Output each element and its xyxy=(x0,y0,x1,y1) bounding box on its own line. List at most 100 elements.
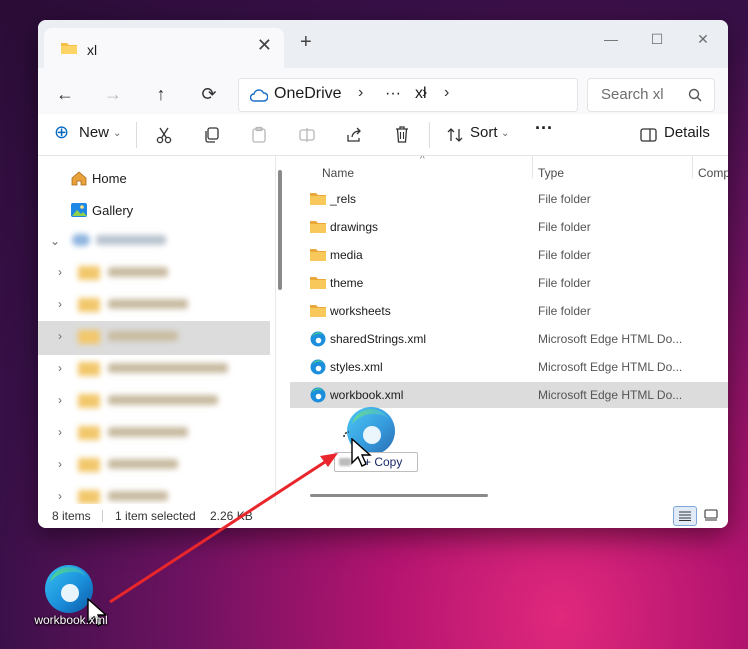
chevron-right-icon[interactable]: › xyxy=(58,457,62,471)
folder-icon xyxy=(310,221,326,233)
sidebar-item-blurred[interactable] xyxy=(78,424,198,442)
file-type: File folder xyxy=(538,304,591,318)
new-plus-icon: ⊕ xyxy=(54,122,70,142)
horizontal-scrollbar[interactable] xyxy=(310,494,488,497)
paste-icon[interactable] xyxy=(250,126,268,144)
details-view-button[interactable] xyxy=(673,506,697,526)
file-type: File folder xyxy=(538,248,591,262)
folder-icon xyxy=(310,305,326,317)
edge-file-icon xyxy=(310,331,326,347)
table-row[interactable]: theme File folder xyxy=(290,270,728,296)
column-divider[interactable] xyxy=(532,156,533,178)
table-row[interactable]: sharedStrings.xml Microsoft Edge HTML Do.… xyxy=(290,326,728,352)
chevron-right-icon[interactable]: › xyxy=(58,265,62,279)
copy-icon[interactable] xyxy=(203,126,221,144)
more-options-button[interactable]: ··· xyxy=(535,118,553,139)
chevron-right-icon[interactable]: › xyxy=(58,297,62,311)
table-row[interactable]: styles.xml Microsoft Edge HTML Do... xyxy=(290,354,728,380)
sort-icon xyxy=(447,128,463,142)
title-bar: xl ✕ + — ☐ ✕ xyxy=(38,20,728,68)
file-type: Microsoft Edge HTML Do... xyxy=(538,388,683,402)
chevron-down-icon: ⌄ xyxy=(113,128,122,139)
breadcrumb[interactable]: OneDrive › ··· › xl › xyxy=(238,78,578,112)
maximize-button[interactable]: ☐ xyxy=(634,24,680,54)
breadcrumb-separator[interactable]: › xyxy=(358,84,363,102)
chevron-right-icon[interactable]: › xyxy=(58,489,62,503)
file-name: sharedStrings.xml xyxy=(330,332,427,346)
list-view-icon xyxy=(679,511,691,521)
share-icon[interactable] xyxy=(345,126,363,144)
sidebar-item-label: Home xyxy=(92,171,127,186)
forward-button[interactable]: → xyxy=(100,84,126,105)
sidebar-item-blurred[interactable] xyxy=(78,456,188,474)
file-name: _rels xyxy=(330,192,357,206)
onedrive-cloud-icon xyxy=(250,89,268,102)
folder-icon xyxy=(310,193,326,205)
file-type: File folder xyxy=(538,192,591,206)
sidebar-item-blurred[interactable] xyxy=(78,328,188,346)
back-button[interactable]: ← xyxy=(52,84,78,105)
sidebar-item-blurred[interactable] xyxy=(78,392,228,410)
column-header-name[interactable]: Name xyxy=(322,166,354,180)
up-button[interactable]: ↑ xyxy=(148,84,174,105)
new-tab-button[interactable]: + xyxy=(300,31,312,54)
tab-title: xl xyxy=(87,42,98,58)
sort-button[interactable]: Sort xyxy=(470,124,498,141)
delete-icon[interactable] xyxy=(393,125,411,144)
breadcrumb-onedrive[interactable]: OneDrive xyxy=(274,85,342,103)
file-type: File folder xyxy=(538,276,591,290)
tab-xl[interactable]: xl ✕ xyxy=(44,28,284,68)
sidebar-item-blurred[interactable] xyxy=(78,264,178,282)
item-count: 8 items xyxy=(52,509,91,523)
close-window-button[interactable]: ✕ xyxy=(680,24,726,54)
breadcrumb-hidden[interactable]: ··· xyxy=(385,85,401,103)
chevron-down-icon[interactable]: ⌄ xyxy=(50,234,60,248)
chevron-right-icon[interactable]: › xyxy=(58,425,62,439)
rename-icon[interactable] xyxy=(298,126,316,144)
file-name: workbook.xml xyxy=(330,388,404,402)
file-type: Microsoft Edge HTML Do... xyxy=(538,332,683,346)
chevron-right-icon[interactable]: › xyxy=(58,361,62,375)
sidebar-item-blurred[interactable] xyxy=(78,296,198,314)
chevron-right-icon[interactable]: › xyxy=(58,329,62,343)
cut-icon[interactable] xyxy=(155,126,173,144)
sidebar-scrollbar[interactable] xyxy=(278,170,282,290)
column-header-type[interactable]: Type xyxy=(538,166,564,180)
search-input[interactable]: Search xl xyxy=(601,86,664,103)
column-header-compressed[interactable]: Comp xyxy=(698,166,728,180)
tiles-view-icon xyxy=(704,509,718,521)
home-icon xyxy=(71,171,87,186)
status-bar: 8 items 1 item selected 2.26 KB xyxy=(38,504,728,528)
sidebar-item-home[interactable]: Home xyxy=(70,170,127,186)
edge-file-icon xyxy=(310,359,326,375)
minimize-button[interactable]: — xyxy=(588,24,634,54)
file-type: Microsoft Edge HTML Do... xyxy=(538,360,683,374)
sort-ascending-icon: ^ xyxy=(420,156,425,165)
table-row[interactable]: drawings File folder xyxy=(290,214,728,240)
toolbar-divider xyxy=(136,122,137,148)
command-bar: ⊕ New ⌄ Sort ⌄ ··· Details xyxy=(38,114,728,156)
table-row[interactable]: media File folder xyxy=(290,242,728,268)
drag-copy-tooltip: + Copy xyxy=(334,452,418,472)
refresh-button[interactable]: ⟳ xyxy=(196,84,222,105)
desktop-icon-label[interactable]: workbook.xml xyxy=(26,613,116,627)
tiles-view-button[interactable] xyxy=(699,506,723,526)
file-type: File folder xyxy=(538,220,591,234)
search-box[interactable]: Search xl xyxy=(587,78,715,112)
folder-icon xyxy=(61,43,77,54)
table-row[interactable]: _rels File folder xyxy=(290,186,728,212)
details-button[interactable]: Details xyxy=(664,124,710,141)
file-name: media xyxy=(330,248,363,262)
blurred-onedrive-node[interactable] xyxy=(72,232,172,250)
selection-count: 1 item selected xyxy=(115,509,196,523)
tab-close-icon[interactable]: ✕ xyxy=(257,35,272,56)
table-row[interactable]: worksheets File folder xyxy=(290,298,728,324)
sidebar-item-gallery[interactable]: Gallery xyxy=(70,202,133,218)
column-divider[interactable] xyxy=(692,156,693,178)
breadcrumb-xl[interactable]: xl xyxy=(415,85,427,103)
chevron-right-icon[interactable]: › xyxy=(58,393,62,407)
new-button[interactable]: New xyxy=(79,124,109,141)
file-name: styles.xml xyxy=(330,360,383,374)
breadcrumb-separator[interactable]: › xyxy=(444,84,449,102)
sidebar-item-blurred[interactable] xyxy=(78,360,238,378)
